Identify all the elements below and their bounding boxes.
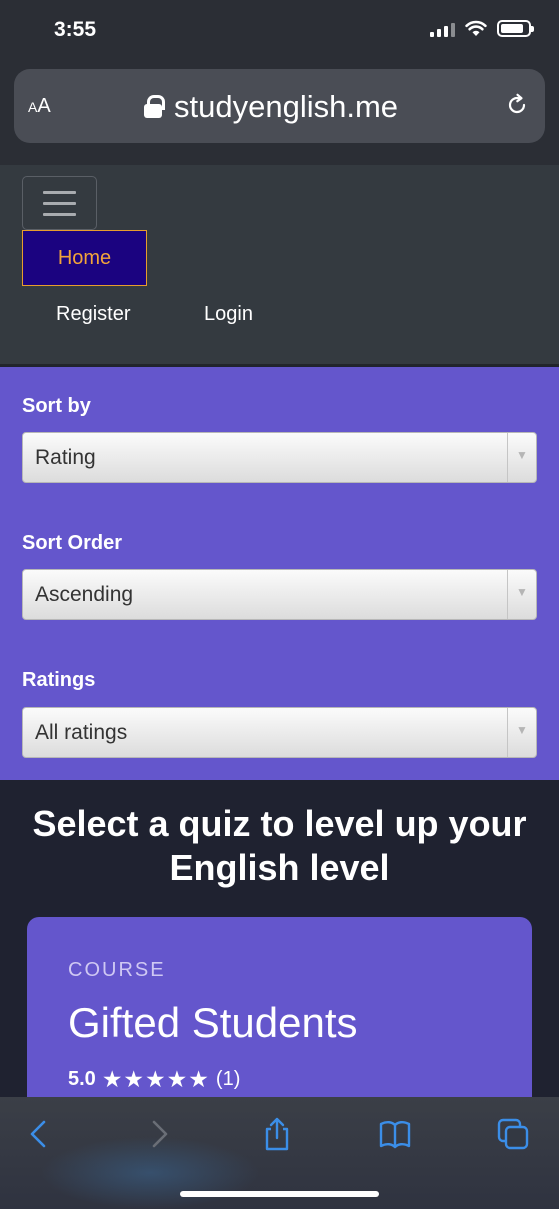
course-rating: 5.0 ★★★★★ (1) bbox=[68, 1066, 240, 1093]
back-icon[interactable] bbox=[22, 1117, 56, 1151]
ratings-value: All ratings bbox=[35, 721, 128, 744]
rating-value: 5.0 bbox=[68, 1068, 96, 1090]
address-bar[interactable]: AA studyenglish.me bbox=[14, 69, 545, 143]
status-icons bbox=[430, 20, 534, 37]
share-icon[interactable] bbox=[260, 1117, 294, 1151]
star-rating-icon: ★★★★★ bbox=[101, 1066, 210, 1092]
rating-count: (1) bbox=[215, 1068, 241, 1090]
nav-login-link[interactable]: Login bbox=[204, 303, 253, 326]
url-text: studyenglish.me bbox=[174, 89, 399, 124]
course-title[interactable]: Gifted Students bbox=[68, 999, 358, 1047]
status-bar: 3:55 bbox=[0, 0, 559, 62]
sort-by-value: Rating bbox=[35, 446, 96, 469]
cellular-signal-icon bbox=[430, 21, 455, 37]
reload-icon[interactable] bbox=[505, 93, 529, 117]
menu-toggle-button[interactable] bbox=[22, 176, 97, 230]
dropdown-arrow-icon: ▼ bbox=[507, 708, 536, 757]
sort-order-label: Sort Order bbox=[22, 532, 123, 554]
nav-home-link[interactable]: Home bbox=[22, 230, 147, 286]
text-size-button[interactable]: AA bbox=[28, 95, 51, 118]
dropdown-arrow-icon: ▼ bbox=[507, 433, 536, 482]
url-display[interactable]: studyenglish.me bbox=[144, 89, 398, 125]
battery-icon bbox=[497, 20, 534, 37]
wifi-icon bbox=[465, 20, 487, 36]
site-navbar: Home Register Login bbox=[0, 165, 559, 366]
sort-order-select[interactable]: Ascending ▼ bbox=[22, 569, 537, 620]
home-indicator bbox=[180, 1191, 379, 1197]
filter-panel: Sort by Rating ▼ Sort Order Ascending ▼ … bbox=[0, 367, 559, 780]
page-heading: Select a quiz to level up your English l… bbox=[32, 803, 527, 888]
ratings-label: Ratings bbox=[22, 669, 96, 691]
browser-address-area: AA studyenglish.me bbox=[0, 62, 559, 165]
tabs-icon[interactable] bbox=[496, 1117, 530, 1151]
forward-icon[interactable] bbox=[142, 1117, 176, 1151]
status-time: 3:55 bbox=[54, 18, 97, 41]
hamburger-icon bbox=[43, 190, 76, 194]
nav-register-link[interactable]: Register bbox=[56, 303, 130, 326]
sort-by-select[interactable]: Rating ▼ bbox=[22, 432, 537, 483]
bookmarks-icon[interactable] bbox=[378, 1117, 412, 1151]
dropdown-arrow-icon: ▼ bbox=[507, 570, 536, 619]
sort-order-value: Ascending bbox=[35, 583, 134, 606]
lock-icon bbox=[144, 95, 165, 119]
card-kicker: COURSE bbox=[68, 959, 166, 981]
ratings-select[interactable]: All ratings ▼ bbox=[22, 707, 537, 758]
sort-by-label: Sort by bbox=[22, 395, 91, 417]
